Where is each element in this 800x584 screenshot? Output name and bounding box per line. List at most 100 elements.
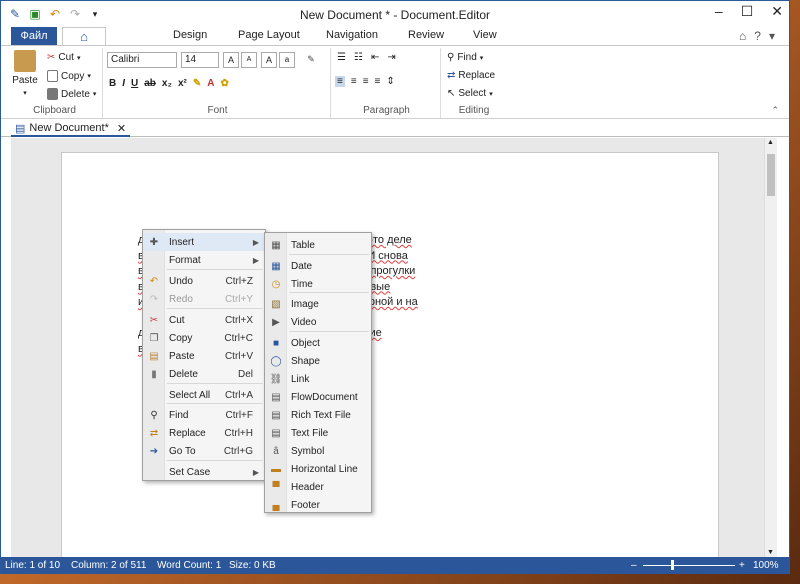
context-menu-item-set-case[interactable]: Set Case ▶ xyxy=(143,463,265,481)
insert-item-flowdocument[interactable]: ▤ FlowDocument xyxy=(265,388,371,406)
menu-separator xyxy=(167,308,263,309)
ribbon-collapse-icon[interactable]: ⌂ xyxy=(739,29,746,43)
bold-icon[interactable]: B xyxy=(109,78,116,89)
context-menu-item-redo[interactable]: ↷ Redo Ctrl+Y xyxy=(143,290,265,308)
underline-icon[interactable]: U xyxy=(131,78,138,89)
redo-icon: ↷ xyxy=(149,293,159,305)
insert-item-header[interactable]: ▀ Header xyxy=(265,478,371,496)
bullet-style-icon[interactable]: ✿ xyxy=(220,78,228,89)
delete-button[interactable]: Delete ▾ xyxy=(47,88,96,100)
object-icon: ■ xyxy=(272,337,280,349)
menu-item-label: Go To xyxy=(169,445,196,457)
context-menu-item-go-to[interactable]: ➔ Go To Ctrl+G xyxy=(143,442,265,460)
copy-button[interactable]: Copy ▾ xyxy=(47,70,91,82)
align-row: ≡ ≡ ≡ ≡ ⇕ xyxy=(335,76,395,87)
font-size-select[interactable]: 14 xyxy=(181,52,219,68)
tab-design[interactable]: Design xyxy=(173,29,207,41)
context-menu-item-replace[interactable]: ⇄ Replace Ctrl+H xyxy=(143,424,265,442)
find-button[interactable]: ⚲ Find ▾ xyxy=(447,52,483,63)
insert-item-object[interactable]: ■ Object xyxy=(265,334,371,352)
font-style-row: B I U ab x₂ x² ✎ A ✿ xyxy=(109,78,229,89)
insert-item-image[interactable]: ▧ Image xyxy=(265,295,371,313)
context-menu-item-delete[interactable]: ▮ Delete Del xyxy=(143,365,265,383)
context-menu-item-format[interactable]: Format ▶ xyxy=(143,251,265,269)
context-menu-item-cut[interactable]: ✂ Cut Ctrl+X xyxy=(143,311,265,329)
zoom-slider[interactable] xyxy=(643,565,735,566)
scroll-down-icon[interactable]: ▼ xyxy=(767,549,774,556)
context-menu-item-paste[interactable]: ▤ Paste Ctrl+V xyxy=(143,347,265,365)
insert-item-symbol[interactable]: â Symbol xyxy=(265,442,371,460)
time-icon: ◷ xyxy=(271,278,281,290)
cut-button[interactable]: ✂ Cut ▾ xyxy=(47,52,80,63)
insert-item-link[interactable]: ⛓ Link xyxy=(265,370,371,388)
insert-item-time[interactable]: ◷ Time xyxy=(265,275,371,293)
indent-increase-icon[interactable]: ⇥ xyxy=(387,52,395,63)
insert-item-text-file[interactable]: ▤ Text File xyxy=(265,424,371,442)
align-center-icon[interactable]: ≡ xyxy=(351,76,357,87)
font-case-icon[interactable]: A xyxy=(261,52,277,68)
context-menu-item-select-all[interactable]: Select All Ctrl+A xyxy=(143,386,265,404)
tab-home[interactable]: ⌂ xyxy=(62,27,106,46)
insert-item-table[interactable]: ▦ Table xyxy=(265,236,371,254)
symbol-icon: â xyxy=(273,445,279,457)
clear-format-icon[interactable]: ✎ xyxy=(303,52,319,68)
menu-item-shortcut: Ctrl+X xyxy=(224,314,253,326)
context-menu-item-insert[interactable]: ✚ Insert ▶ xyxy=(143,233,265,251)
justify-icon[interactable]: ≡ xyxy=(375,76,381,87)
line-spacing-icon[interactable]: ⇕ xyxy=(386,76,394,87)
find-label: Find xyxy=(457,52,477,63)
align-left-icon[interactable]: ≡ xyxy=(335,76,345,87)
tab-page-layout[interactable]: Page Layout xyxy=(238,29,300,41)
menu-item-shortcut: Ctrl+V xyxy=(224,350,253,362)
insert-item-rich-text-file[interactable]: ▤ Rich Text File xyxy=(265,406,371,424)
document-tab[interactable]: ▤ New Document* ✕ xyxy=(11,121,131,137)
align-right-icon[interactable]: ≡ xyxy=(363,76,369,87)
subscript-icon[interactable]: x₂ xyxy=(162,78,172,89)
superscript-icon[interactable]: x² xyxy=(178,78,187,89)
minimize-icon[interactable]: – xyxy=(715,3,723,20)
highlight-color-icon[interactable]: ✎ xyxy=(193,78,201,89)
tab-view[interactable]: View xyxy=(473,29,497,41)
insert-item-shape[interactable]: ◯ Shape xyxy=(265,352,371,370)
copy-label: Copy xyxy=(61,70,85,82)
tab-navigation[interactable]: Navigation xyxy=(326,29,378,41)
insert-item-footer[interactable]: ▄ Footer xyxy=(265,496,371,514)
close-tab-icon[interactable]: ✕ xyxy=(117,122,126,135)
insert-item-horizontal-line[interactable]: ▬ Horizontal Line xyxy=(265,460,371,478)
tab-file[interactable]: Файл xyxy=(11,27,57,45)
menu-item-label: Replace xyxy=(169,427,206,439)
vertical-scrollbar[interactable]: ▲ ▼ xyxy=(764,138,777,557)
insert-item-date[interactable]: ▦ Date xyxy=(265,257,371,275)
replace-button[interactable]: ⇄ Replace xyxy=(447,70,495,81)
maximize-icon[interactable]: ☐ xyxy=(741,3,754,20)
select-button[interactable]: ↖ Select ▾ xyxy=(447,88,493,99)
zoom-in-icon[interactable]: + xyxy=(739,557,745,574)
scrollbar-thumb[interactable] xyxy=(767,154,775,196)
context-menu-item-copy[interactable]: ❐ Copy Ctrl+C xyxy=(143,329,265,347)
help-icon[interactable]: ? xyxy=(754,29,761,43)
numbering-icon[interactable]: ☷ xyxy=(354,52,363,63)
strikethrough-icon[interactable]: ab xyxy=(144,78,156,89)
context-menu-item-undo[interactable]: ↶ Undo Ctrl+Z xyxy=(143,272,265,290)
grow-font-icon[interactable]: A xyxy=(223,52,239,68)
font-family-select[interactable]: Calibri xyxy=(107,52,177,68)
italic-icon[interactable]: I xyxy=(122,78,125,89)
menu-item-label: Table xyxy=(291,239,315,251)
font-color-icon[interactable]: A xyxy=(207,78,214,89)
options-icon[interactable]: ▾ xyxy=(769,29,775,43)
font-case-small-icon[interactable]: a xyxy=(279,52,295,68)
scroll-up-icon[interactable]: ▲ xyxy=(767,139,774,146)
clipboard-group: Paste ▾ ✂ Cut ▾ Copy ▾ Delete ▾ Clipboard xyxy=(7,48,103,118)
close-icon[interactable]: ✕ xyxy=(771,3,783,20)
context-menu-item-find[interactable]: ⚲ Find Ctrl+F xyxy=(143,406,265,424)
zoom-slider-thumb[interactable] xyxy=(671,560,674,570)
insert-item-video[interactable]: ▶ Video xyxy=(265,313,371,331)
bullets-icon[interactable]: ☰ xyxy=(337,52,346,63)
menu-item-label: Text File xyxy=(291,427,329,439)
indent-decrease-icon[interactable]: ⇤ xyxy=(371,52,379,63)
paste-button[interactable]: Paste ▾ xyxy=(11,50,39,97)
tab-review[interactable]: Review xyxy=(408,29,444,41)
shrink-font-icon[interactable]: A xyxy=(241,52,257,68)
ribbon-collapse-chevron-icon[interactable]: ⌃ xyxy=(771,105,779,116)
zoom-out-icon[interactable]: – xyxy=(631,557,637,574)
